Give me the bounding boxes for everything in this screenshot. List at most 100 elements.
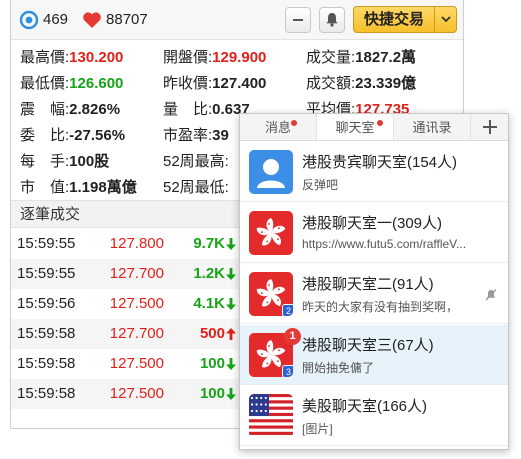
chat-popup: 消息 聊天室 通讯录 港股贵宾聊天室(154人) 反弹吧港股聊天室一(309人) h… — [239, 113, 509, 450]
quote-field-value: 100股 — [69, 153, 110, 170]
trade-time: 15:59:58 — [17, 355, 76, 372]
arrow-up-icon — [226, 328, 236, 340]
trade-price: 127.700 — [109, 325, 164, 342]
quote-field-label: 最低價: — [20, 75, 70, 92]
unread-count-badge: 1 — [284, 328, 301, 345]
quote-field-label: 開盤價: — [163, 49, 213, 66]
quote-field: 最低價:126.600 — [20, 71, 123, 97]
quote-field-label: 震 幅: — [20, 101, 70, 118]
trade-price: 127.500 — [109, 295, 164, 312]
quick-trade-button[interactable]: 快捷交易 — [352, 6, 457, 33]
trade-volume: 4.1K — [193, 295, 225, 312]
arrow-down-icon — [226, 298, 236, 310]
quote-field-label: 市 值: — [20, 179, 70, 196]
quick-trade-label: 快捷交易 — [363, 11, 424, 28]
quote-field: 52周最低: — [163, 175, 229, 201]
quote-field-label: 52周最高: — [163, 153, 229, 170]
likes-count: 88707 — [106, 11, 148, 28]
tab-contacts[interactable]: 通讯录 — [394, 114, 471, 140]
hk-flag-icon: 2 — [249, 272, 293, 316]
chat-room-item[interactable]: 港股贵宾聊天室(154人) 反弹吧 — [240, 142, 508, 202]
unread-dot-icon — [377, 120, 383, 126]
quote-field-label: 每 手: — [20, 153, 70, 170]
trade-time: 15:59:55 — [17, 265, 76, 282]
quote-field: 最高價:130.200 — [20, 45, 123, 71]
quote-field: 震 幅:2.826% — [20, 97, 120, 123]
mute-icon — [485, 289, 497, 301]
room-name: 美股聊天室(166人) — [302, 398, 428, 415]
room-last-message: 反弹吧 — [302, 178, 339, 192]
room-name: 港股聊天室二(91人) — [302, 276, 434, 293]
tab-messages[interactable]: 消息 — [240, 114, 317, 140]
room-name: 港股聊天室一(309人) — [302, 215, 443, 232]
stock-toolbar: 469 88707 快捷交易 — [11, 0, 463, 40]
room-name: 港股贵宾聊天室(154人) — [302, 154, 458, 171]
tab-messages-label: 消息 — [264, 120, 291, 135]
views-count: 469 — [43, 11, 69, 28]
quote-field-label: 成交額: — [306, 75, 356, 92]
arrow-down-icon — [226, 268, 236, 280]
likes-stat[interactable]: 88707 — [82, 11, 148, 29]
eye-icon — [19, 10, 39, 29]
trade-time: 15:59:58 — [17, 325, 76, 342]
hk-flag-icon — [249, 211, 293, 255]
room-last-message: [图片] — [302, 422, 333, 436]
trade-time: 15:59:56 — [17, 295, 76, 312]
chevron-down-icon — [440, 16, 451, 23]
quote-field: 成交額:23.339億 — [306, 71, 416, 97]
tab-chatrooms[interactable]: 聊天室 — [317, 114, 394, 140]
chat-tab-bar: 消息 聊天室 通讯录 — [240, 114, 508, 141]
add-chat-button[interactable] — [471, 114, 508, 140]
quote-field-value: -27.56% — [69, 127, 126, 144]
quote-field: 成交量:1827.2萬 — [306, 45, 416, 71]
quote-field: 52周最高: — [163, 149, 229, 175]
views-stat: 469 — [19, 10, 68, 30]
room-last-message: 昨天的大家有没有抽到奖啊， — [302, 300, 459, 314]
quote-row: 最高價:130.200 開盤價:129.900 成交量:1827.2萬 — [11, 45, 463, 71]
quote-field: 委 比:-27.56% — [20, 123, 125, 149]
trade-time: 15:59:55 — [17, 235, 76, 252]
quote-field-label: 最高價: — [20, 49, 70, 66]
chat-room-item[interactable]: 港股聊天室一(309人) https://www.futu5.com/raffle… — [240, 203, 508, 263]
chat-room-item[interactable]: 2 港股聊天室二(91人) 昨天的大家有没有抽到奖啊， — [240, 264, 508, 324]
quote-row: 最低價:126.600 昨收價:127.400 成交額:23.339億 — [11, 71, 463, 97]
quote-field-label: 昨收價: — [163, 75, 213, 92]
trade-price: 127.700 — [109, 265, 164, 282]
quote-field-value: 130.200 — [69, 49, 124, 66]
quote-field: 量 比:0.637 — [163, 97, 250, 123]
quote-field-value: 1.198萬億 — [69, 179, 137, 196]
plus-icon — [482, 120, 497, 134]
trade-volume: 9.7K — [193, 235, 225, 252]
heart-icon — [83, 11, 101, 28]
quote-field-value: 129.900 — [212, 49, 267, 66]
trade-volume: 500 — [199, 325, 225, 342]
room-number-badge: 3 — [282, 365, 293, 377]
chat-room-item[interactable]: 美股聊天室(166人) [图片] — [240, 386, 508, 446]
room-last-message: https://www.futu5.com/raffleV... — [302, 237, 467, 251]
trade-volume: 100 — [199, 355, 225, 372]
quote-field-label: 52周最低: — [163, 179, 229, 196]
quote-field: 市盈率:39 — [163, 123, 229, 149]
quote-field-label: 量 比: — [163, 101, 213, 118]
quote-field-value: 39 — [212, 127, 229, 144]
quote-field-value: 126.600 — [69, 75, 124, 92]
arrow-down-icon — [226, 358, 236, 370]
alert-button[interactable] — [318, 6, 345, 33]
minimize-button[interactable] — [284, 6, 311, 33]
quote-field: 市 值:1.198萬億 — [20, 175, 137, 201]
quote-field-value: 127.400 — [212, 75, 267, 92]
quote-field-value: 23.339億 — [355, 75, 417, 92]
chat-room-item[interactable]: 3 1 港股聊天室三(67人) 開始抽免傭了 — [240, 325, 508, 385]
unread-dot-icon — [291, 120, 297, 126]
quick-trade-dropdown[interactable] — [434, 7, 456, 32]
quote-field: 昨收價:127.400 — [163, 71, 266, 97]
room-last-message: 開始抽免傭了 — [302, 361, 375, 375]
arrow-down-icon — [226, 388, 236, 400]
trade-price: 127.500 — [109, 385, 164, 402]
person-avatar-icon — [249, 150, 293, 194]
quote-field-label: 市盈率: — [163, 127, 213, 144]
bell-icon — [326, 13, 338, 27]
room-number-badge: 2 — [282, 304, 293, 316]
arrow-down-icon — [226, 238, 236, 250]
quote-field: 每 手:100股 — [20, 149, 109, 175]
